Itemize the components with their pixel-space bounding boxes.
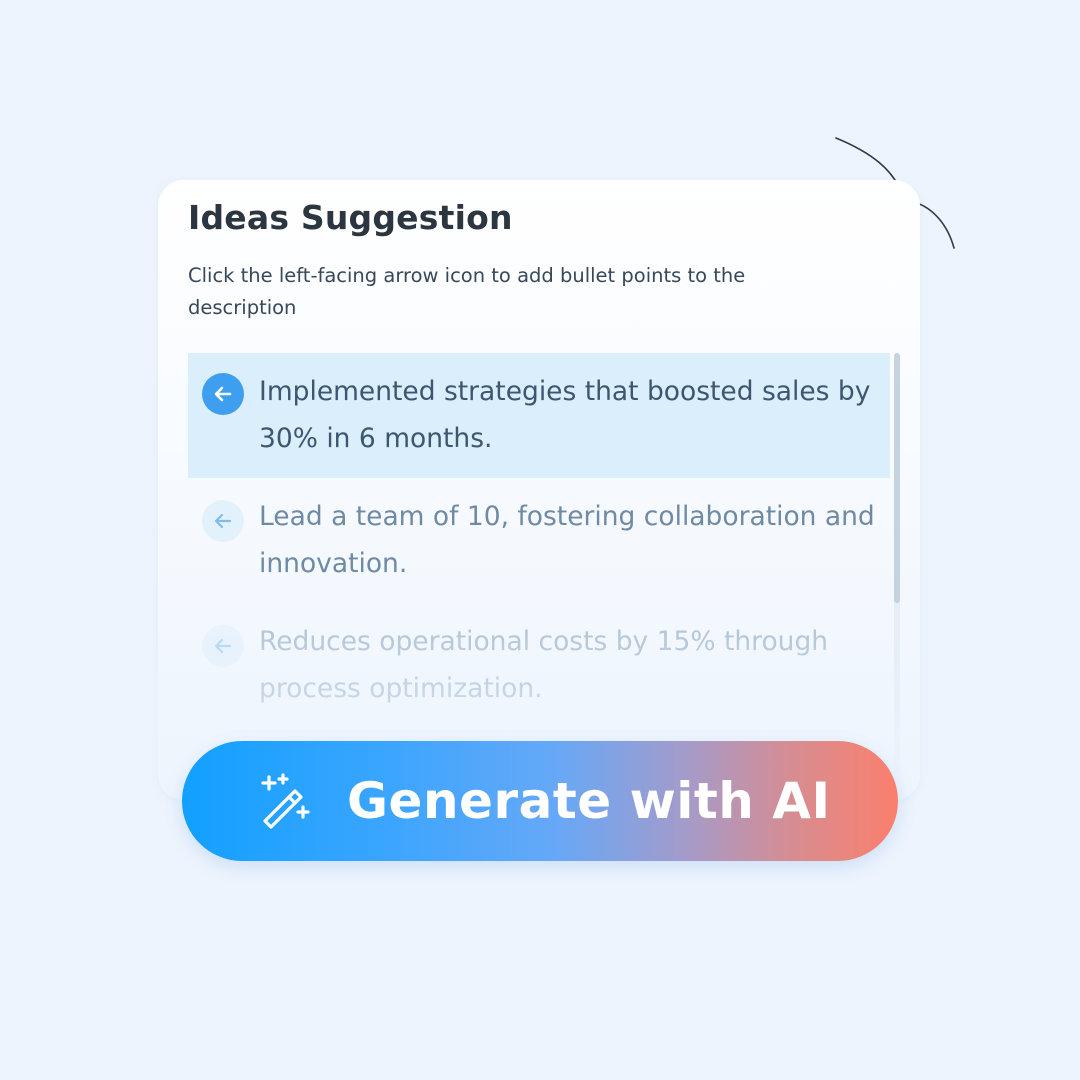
card-title: Ideas Suggestion (188, 198, 513, 237)
arrow-left-icon[interactable] (202, 500, 244, 542)
scrollbar[interactable] (894, 353, 900, 773)
ideas-suggestion-card: Ideas Suggestion Click the left-facing a… (158, 180, 920, 800)
arrow-left-icon[interactable] (202, 625, 244, 667)
suggestion-text: Reduces operational costs by 15% through… (259, 626, 829, 704)
arrow-left-icon[interactable] (202, 373, 244, 415)
generate-with-ai-button[interactable]: Generate with AI (182, 741, 898, 861)
magic-wand-icon (261, 773, 310, 829)
generate-button-label: Generate with AI (347, 772, 831, 830)
suggestion-text: Lead a team of 10, fostering collaborati… (259, 501, 875, 579)
suggestion-item[interactable]: Implemented strategies that boosted sale… (188, 353, 890, 478)
suggestion-text: Implemented strategies that boosted sale… (259, 376, 871, 454)
suggestion-item[interactable]: Reduces operational costs by 15% through… (188, 603, 890, 728)
card-subtitle: Click the left-facing arrow icon to add … (188, 264, 746, 319)
scrollbar-thumb[interactable] (894, 353, 900, 603)
suggestion-item[interactable]: Lead a team of 10, fostering collaborati… (188, 478, 890, 603)
suggestion-list: Implemented strategies that boosted sale… (188, 353, 890, 773)
